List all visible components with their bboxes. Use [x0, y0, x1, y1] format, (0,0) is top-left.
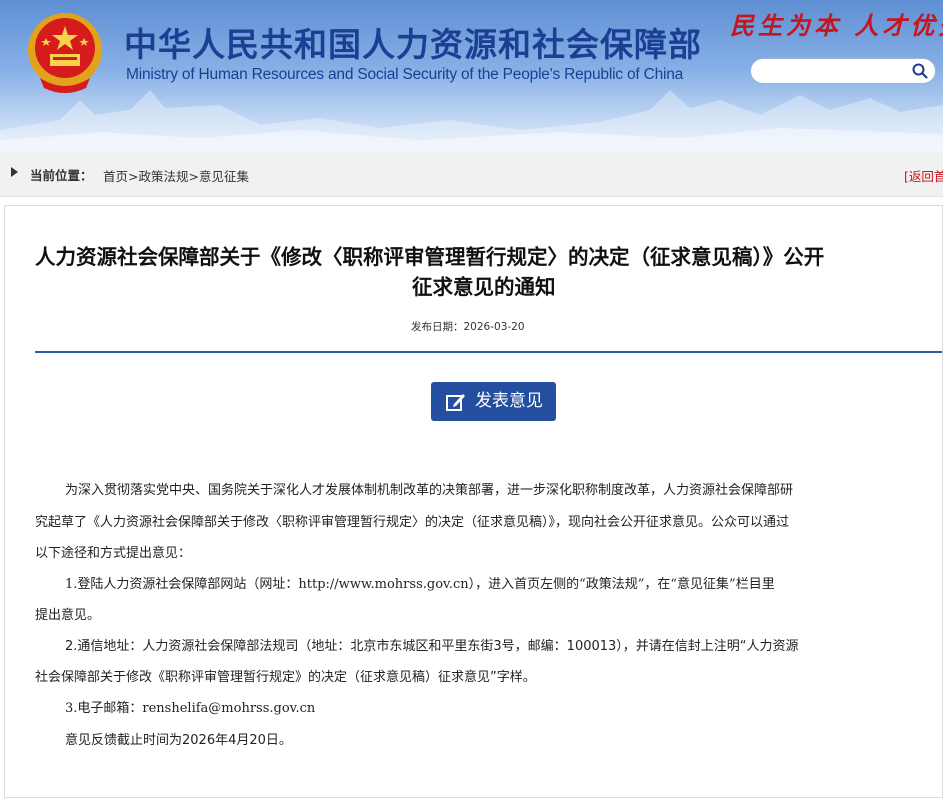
paragraph-line: 社会保障部关于修改《职称评审管理暂行规定》的决定（征求意见稿）征求意见”字样。: [35, 670, 536, 685]
site-motto: 民生为本 人才优先: [730, 11, 943, 40]
breadcrumb: 当前位置： 首页>政策法规>意见征集 [返回首: [0, 152, 943, 197]
back-link[interactable]: [返回首: [904, 166, 943, 185]
paragraph-line: 2.通信地址：人力资源社会保障部法规司（地址：北京市东城区和平里东街3号，邮编：…: [65, 639, 799, 654]
title-divider: [35, 351, 942, 353]
search-input[interactable]: [750, 58, 936, 84]
national-emblem-icon: [28, 13, 102, 93]
site-header: 中华人民共和国人力资源和社会保障部 Ministry of Human Reso…: [0, 0, 943, 152]
site-title-en: Ministry of Human Resources and Social S…: [126, 66, 684, 83]
paragraph-line: 1.登陆人力资源社会保障部网站（网址：http://www.mohrss.gov…: [65, 577, 775, 592]
search-icon[interactable]: [911, 62, 929, 80]
article-title-line1: 人力资源社会保障部关于《修改〈职称评审管理暂行规定〉的决定（征求意见稿）》公开: [35, 245, 825, 269]
deadline-line: 意见反馈截止时间为2026年4月20日。: [65, 733, 292, 748]
paragraph-line: 究起草了《人力资源社会保障部关于修改〈职称评审管理暂行规定〉的决定（征求意见稿）…: [35, 515, 790, 530]
breadcrumb-separator: >: [128, 169, 139, 184]
email-line: 3.电子邮箱：renshelifa@mohrss.gov.cn: [65, 701, 316, 716]
post-comment-label: 发表意见: [475, 391, 543, 411]
article-panel: 人力资源社会保障部关于《修改〈职称评审管理暂行规定〉的决定（征求意见稿）》公开 …: [4, 205, 943, 798]
edit-icon: [446, 394, 465, 411]
breadcrumb-separator: >: [188, 169, 199, 184]
publish-date: 发布日期：2026-03-20: [411, 321, 525, 333]
paragraph-line: 以下途径和方式提出意见：: [35, 546, 192, 561]
site-title-cn: 中华人民共和国人力资源和社会保障部: [124, 25, 702, 64]
breadcrumb-policy[interactable]: 政策法规: [139, 169, 189, 184]
breadcrumb-consultation[interactable]: 意见征集: [199, 169, 249, 184]
paragraph-line: 提出意见。: [35, 608, 101, 623]
article-title-line2: 征求意见的通知: [412, 275, 556, 299]
breadcrumb-path: 首页>政策法规>意见征集: [103, 166, 249, 185]
post-comment-button[interactable]: 发表意见: [431, 382, 556, 421]
breadcrumb-home[interactable]: 首页: [103, 169, 128, 184]
breadcrumb-arrow-icon: [11, 167, 18, 177]
paragraph-line: 为深入贯彻落实党中央、国务院关于深化人才发展体制机制改革的决策部署，进一步深化职…: [65, 483, 794, 498]
breadcrumb-label: 当前位置：: [30, 168, 93, 183]
